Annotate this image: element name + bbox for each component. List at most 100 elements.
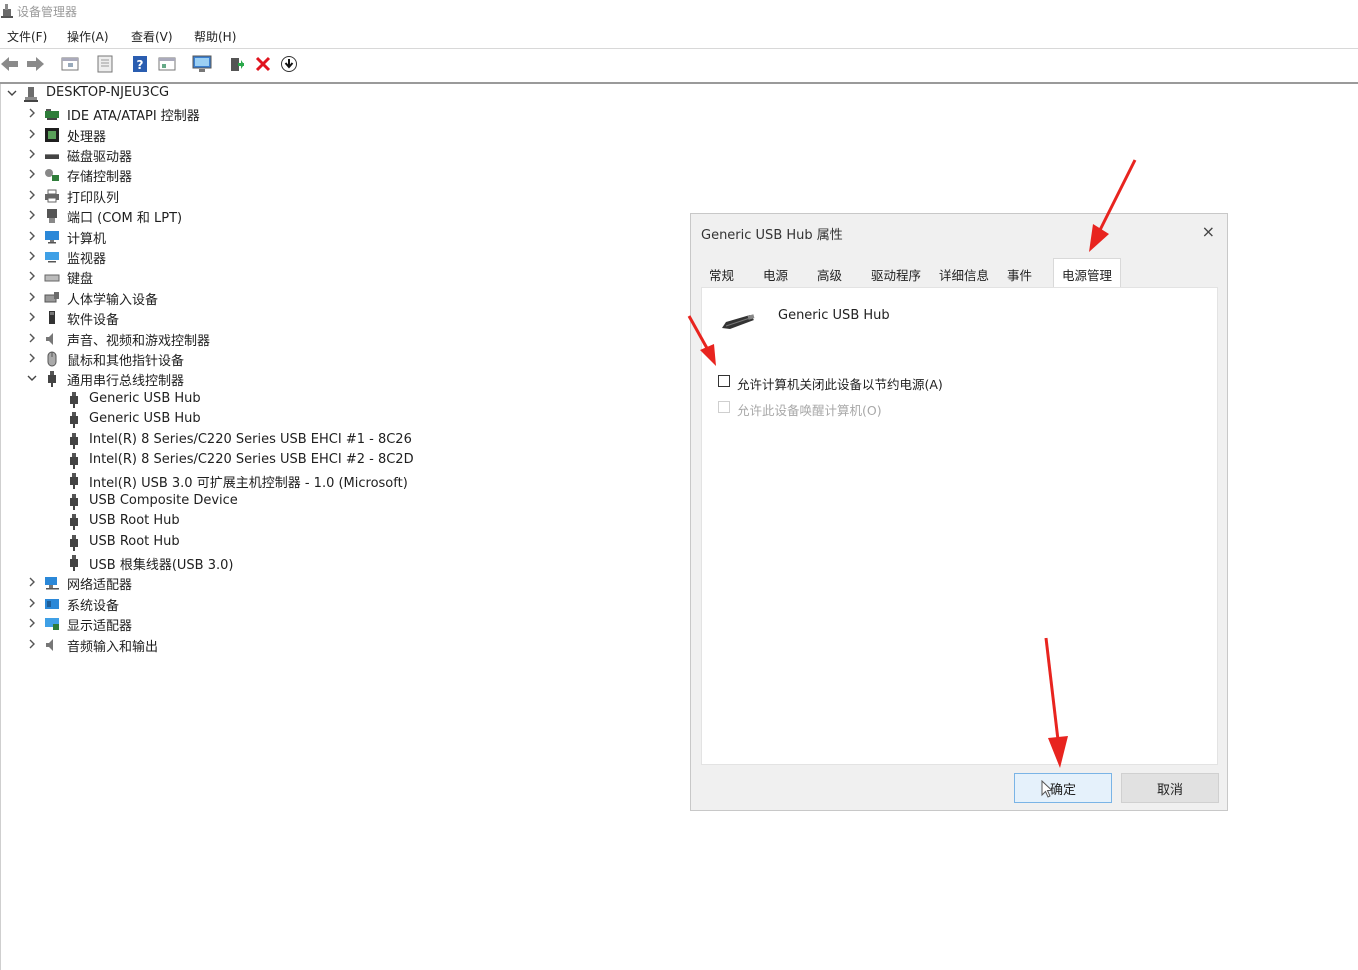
show-hide-tree-icon[interactable] bbox=[60, 54, 80, 74]
tree-device-label: USB 根集线器(USB 3.0) bbox=[89, 558, 234, 573]
tree-device[interactable]: Generic USB Hub bbox=[66, 410, 366, 430]
chevron-right-icon[interactable] bbox=[26, 209, 38, 221]
tree-category[interactable]: 声音、视频和游戏控制器 bbox=[26, 329, 246, 349]
tree-device[interactable]: Generic USB Hub bbox=[66, 390, 366, 410]
update-driver-icon[interactable] bbox=[227, 54, 247, 74]
tab-events[interactable]: 事件 bbox=[1007, 265, 1032, 284]
help-icon[interactable]: ? bbox=[130, 54, 150, 74]
tree-root[interactable]: DESKTOP-NJEU3CG bbox=[6, 84, 206, 104]
usb-plug-icon bbox=[66, 535, 82, 551]
storage-controller-icon bbox=[44, 167, 60, 183]
chevron-right-icon[interactable] bbox=[26, 638, 38, 650]
close-icon[interactable]: × bbox=[1202, 222, 1215, 241]
chevron-right-icon[interactable] bbox=[26, 148, 38, 160]
usb-plug-icon bbox=[66, 555, 82, 571]
tree-device[interactable]: Intel(R) 8 Series/C220 Series USB EHCI #… bbox=[66, 451, 414, 471]
tab-power[interactable]: 电源 bbox=[763, 265, 788, 284]
tree-device[interactable]: USB Composite Device bbox=[66, 492, 366, 512]
back-icon[interactable] bbox=[0, 54, 20, 74]
chevron-right-icon[interactable] bbox=[26, 189, 38, 201]
tree-category[interactable]: 网络适配器 bbox=[26, 573, 246, 593]
cancel-button[interactable]: 取消 bbox=[1121, 773, 1219, 803]
uninstall-icon[interactable] bbox=[253, 54, 273, 74]
display-adapter-icon bbox=[44, 616, 60, 632]
tab-general[interactable]: 常规 bbox=[709, 265, 734, 284]
tree-category[interactable]: 监视器 bbox=[26, 247, 246, 267]
menu-view[interactable]: 查看(V) bbox=[131, 28, 173, 45]
tab-power-management[interactable]: 电源管理 bbox=[1053, 258, 1122, 288]
tree-category[interactable]: IDE ATA/ATAPI 控制器 bbox=[26, 104, 246, 124]
system-device-icon bbox=[44, 596, 60, 612]
usb-icon bbox=[44, 371, 60, 387]
menu-action[interactable]: 操作(A) bbox=[67, 28, 109, 45]
allow-power-off-checkbox[interactable] bbox=[718, 375, 730, 387]
printer-icon bbox=[44, 188, 60, 204]
forward-icon[interactable] bbox=[25, 54, 45, 74]
chevron-right-icon[interactable] bbox=[26, 107, 38, 119]
tree-device[interactable]: USB Root Hub bbox=[66, 533, 366, 553]
tree-category[interactable]: 显示适配器 bbox=[26, 614, 246, 634]
tree-category[interactable]: 打印队列 bbox=[26, 186, 246, 206]
chevron-right-icon[interactable] bbox=[26, 576, 38, 588]
tree-root-label: DESKTOP-NJEU3CG bbox=[46, 85, 170, 100]
tree-category-label: 软件设备 bbox=[67, 313, 120, 328]
download-driver-icon[interactable] bbox=[279, 54, 299, 74]
chevron-right-icon[interactable] bbox=[26, 291, 38, 303]
tree-category-label: 键盘 bbox=[67, 272, 94, 287]
tree-category[interactable]: 存储控制器 bbox=[26, 165, 246, 185]
software-device-icon bbox=[44, 310, 60, 326]
chevron-down-icon[interactable] bbox=[26, 372, 38, 384]
tree-category[interactable]: 处理器 bbox=[26, 125, 246, 145]
tree-device[interactable]: Intel(R) 8 Series/C220 Series USB EHCI #… bbox=[66, 431, 412, 451]
tree-category-label: 音频输入和输出 bbox=[67, 640, 159, 655]
tree-category[interactable]: 系统设备 bbox=[26, 594, 246, 614]
chevron-right-icon[interactable] bbox=[26, 332, 38, 344]
scan-hardware-icon[interactable] bbox=[192, 54, 212, 74]
tree-device[interactable]: USB Root Hub bbox=[66, 512, 366, 532]
tree-category[interactable]: 人体学输入设备 bbox=[26, 288, 246, 308]
tree-category[interactable]: 键盘 bbox=[26, 267, 246, 287]
tree-category[interactable]: 端口 (COM 和 LPT) bbox=[26, 206, 246, 226]
ok-button[interactable]: 确定 bbox=[1014, 773, 1112, 803]
menu-help[interactable]: 帮助(H) bbox=[194, 28, 236, 45]
chevron-right-icon[interactable] bbox=[26, 270, 38, 282]
tree-category[interactable]: 鼠标和其他指针设备 bbox=[26, 349, 246, 369]
chevron-down-icon[interactable] bbox=[6, 87, 18, 99]
chevron-right-icon[interactable] bbox=[26, 128, 38, 140]
allow-wake-checkbox bbox=[718, 401, 730, 413]
device-manager-icon bbox=[1, 3, 14, 22]
properties-icon[interactable] bbox=[95, 54, 115, 74]
properties-dialog: Generic USB Hub 属性 × 常规 电源 高级 驱动程序 详细信息 … bbox=[690, 213, 1228, 811]
tree-category[interactable]: 软件设备 bbox=[26, 308, 246, 328]
tree-category-label: 端口 (COM 和 LPT) bbox=[67, 211, 183, 226]
tab-details[interactable]: 详细信息 bbox=[939, 265, 989, 284]
tree-category-label: 鼠标和其他指针设备 bbox=[67, 354, 185, 369]
action-view-icon[interactable] bbox=[157, 54, 177, 74]
tree-category[interactable]: 音频输入和输出 bbox=[26, 635, 246, 655]
tree-category-expanded[interactable]: 通用串行总线控制器 bbox=[26, 369, 246, 389]
tree-category-label: 打印队列 bbox=[67, 191, 120, 206]
tree-category[interactable]: 磁盘驱动器 bbox=[26, 145, 246, 165]
tab-driver[interactable]: 驱动程序 bbox=[871, 265, 921, 284]
tree-category-label: IDE ATA/ATAPI 控制器 bbox=[67, 109, 200, 124]
tree-device[interactable]: Intel(R) USB 3.0 可扩展主机控制器 - 1.0 (Microso… bbox=[66, 471, 426, 491]
chevron-right-icon[interactable] bbox=[26, 230, 38, 242]
chevron-right-icon[interactable] bbox=[26, 311, 38, 323]
menu-file[interactable]: 文件(F) bbox=[7, 28, 47, 45]
allow-power-off-row[interactable]: 允许计算机关闭此设备以节约电源(A) bbox=[718, 374, 1018, 392]
tree-category[interactable]: 计算机 bbox=[26, 227, 246, 247]
monitor-icon bbox=[44, 249, 60, 265]
tree-category-label: 网络适配器 bbox=[67, 578, 133, 593]
chevron-right-icon[interactable] bbox=[26, 617, 38, 629]
allow-wake-row: 允许此设备唤醒计算机(O) bbox=[718, 400, 1018, 418]
chevron-right-icon[interactable] bbox=[26, 250, 38, 262]
chevron-right-icon[interactable] bbox=[26, 352, 38, 364]
usb-plug-icon bbox=[66, 412, 82, 428]
chevron-right-icon[interactable] bbox=[26, 597, 38, 609]
tree-device[interactable]: USB 根集线器(USB 3.0) bbox=[66, 553, 366, 573]
tree-category-label: 显示适配器 bbox=[67, 619, 133, 634]
network-adapter-icon bbox=[44, 575, 60, 591]
tab-advanced[interactable]: 高级 bbox=[817, 265, 842, 284]
tree-category-label: 监视器 bbox=[67, 252, 107, 267]
chevron-right-icon[interactable] bbox=[26, 168, 38, 180]
